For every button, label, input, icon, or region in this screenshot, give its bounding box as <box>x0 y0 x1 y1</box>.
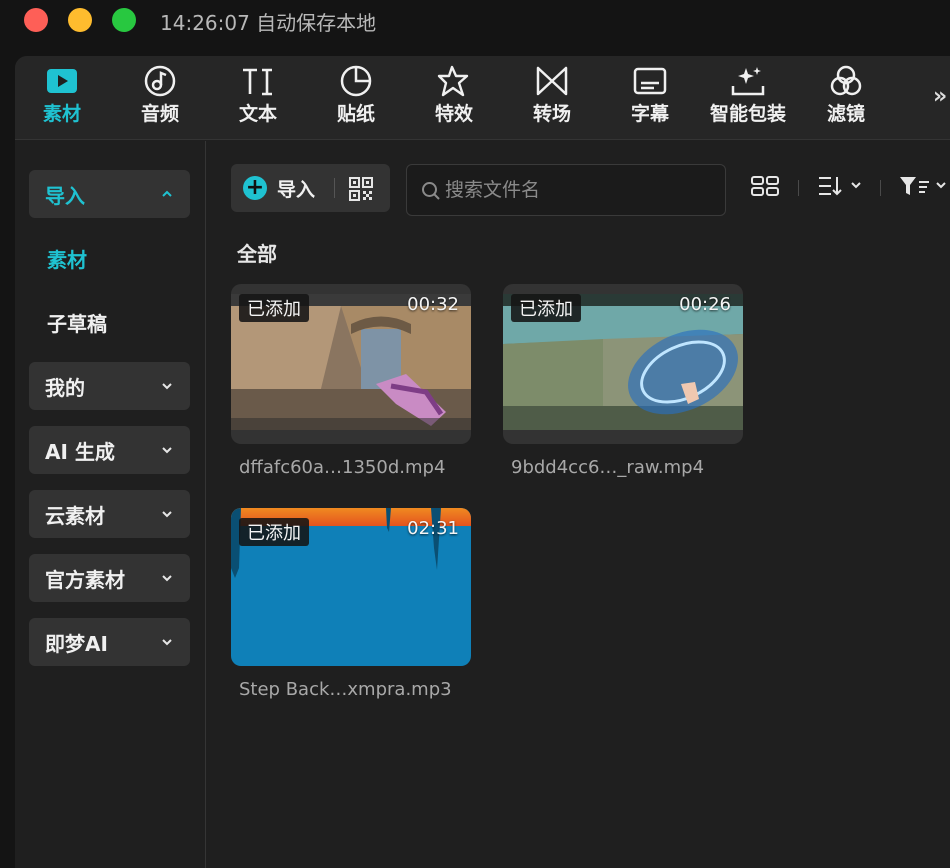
tab-text[interactable]: 文本 <box>213 64 303 132</box>
sort-icon[interactable] <box>818 175 868 197</box>
media-panel: + 导入 搜索文件名 全部 已添加 00:32 dffafc60a…1350d.… <box>207 141 950 868</box>
close-window-button[interactable] <box>24 8 48 32</box>
divider <box>880 180 881 196</box>
filter-icon[interactable] <box>899 175 949 197</box>
file-name: dffafc60a…1350d.mp4 <box>239 457 446 478</box>
autosave-status: 14:26:07 自动保存本地 <box>160 11 377 35</box>
sidebar-item-media[interactable]: 素材 <box>47 244 87 273</box>
tab-subtitle[interactable]: 字幕 <box>605 64 695 132</box>
duration-label: 00:26 <box>679 294 731 315</box>
media-window: 素材 音频 文本 贴纸 特效 转场 字幕 智能包装 滤镜 » 导入 素材 子草稿… <box>15 56 950 868</box>
chevron-down-icon <box>162 639 172 646</box>
text-icon <box>213 64 303 100</box>
media-card[interactable]: 已添加 00:26 9bdd4cc6…_raw.mp4 <box>503 284 743 478</box>
chevron-down-icon <box>162 383 172 390</box>
chevron-up-icon <box>162 190 172 197</box>
title-bar: 14:26:07 自动保存本地 <box>0 0 950 40</box>
added-badge: 已添加 <box>239 294 309 322</box>
added-badge: 已添加 <box>239 518 309 546</box>
plus-icon: + <box>243 176 267 200</box>
sidebar-item-jimeng-ai[interactable]: 即梦AI <box>29 618 190 666</box>
search-icon <box>422 182 440 200</box>
category-toolbar: 素材 音频 文本 贴纸 特效 转场 字幕 智能包装 滤镜 » <box>15 56 950 140</box>
sidebar: 导入 素材 子草稿 我的 AI 生成 云素材 官方素材 即梦AI <box>15 141 206 868</box>
grid-view-icon[interactable] <box>751 175 779 197</box>
sticker-icon <box>311 64 401 100</box>
section-title: 全部 <box>237 242 277 266</box>
chevron-down-icon <box>162 575 172 582</box>
tab-sticker[interactable]: 贴纸 <box>311 64 401 132</box>
media-card[interactable]: 已添加 02:31 Step Back…xmpra.mp3 <box>231 508 471 700</box>
file-name: Step Back…xmpra.mp3 <box>239 679 452 700</box>
chevron-down-icon <box>162 447 172 454</box>
added-badge: 已添加 <box>511 294 581 322</box>
tab-audio[interactable]: 音频 <box>115 64 205 132</box>
transition-icon <box>507 64 597 100</box>
sidebar-item-cloud[interactable]: 云素材 <box>29 490 190 538</box>
sidebar-item-official[interactable]: 官方素材 <box>29 554 190 602</box>
filter-rings-icon <box>801 64 891 100</box>
media-play-icon <box>17 64 107 100</box>
maximize-window-button[interactable] <box>112 8 136 32</box>
more-tabs-button[interactable]: » <box>933 84 947 109</box>
tab-filter[interactable]: 滤镜 <box>801 64 891 132</box>
music-note-icon <box>115 64 205 100</box>
divider <box>334 178 335 198</box>
search-input[interactable] <box>445 175 715 205</box>
tab-smart-package[interactable]: 智能包装 <box>703 64 793 132</box>
sparkle-star-icon <box>409 64 499 100</box>
minimize-window-button[interactable] <box>68 8 92 32</box>
duration-label: 00:32 <box>407 294 459 315</box>
sidebar-item-sub-draft[interactable]: 子草稿 <box>47 308 107 337</box>
audio-thumbnail[interactable]: 已添加 02:31 <box>231 508 471 666</box>
duration-label: 02:31 <box>407 518 459 539</box>
tab-transition[interactable]: 转场 <box>507 64 597 132</box>
import-group: + 导入 <box>231 164 390 212</box>
search-box <box>406 164 726 216</box>
subtitle-icon <box>605 64 695 100</box>
tab-media[interactable]: 素材 <box>17 64 107 132</box>
sidebar-item-ai-generate[interactable]: AI 生成 <box>29 426 190 474</box>
qr-code-icon[interactable] <box>348 176 374 202</box>
sidebar-item-mine[interactable]: 我的 <box>29 362 190 410</box>
media-card[interactable]: 已添加 00:32 dffafc60a…1350d.mp4 <box>231 284 471 478</box>
divider <box>798 180 799 196</box>
chevron-down-icon <box>162 511 172 518</box>
tab-effects[interactable]: 特效 <box>409 64 499 132</box>
sidebar-item-import[interactable]: 导入 <box>29 170 190 218</box>
video-thumbnail[interactable]: 已添加 00:26 <box>503 284 743 444</box>
magic-wand-icon <box>703 64 793 100</box>
import-button[interactable]: + 导入 <box>231 164 331 212</box>
file-name: 9bdd4cc6…_raw.mp4 <box>511 457 705 478</box>
video-thumbnail[interactable]: 已添加 00:32 <box>231 284 471 444</box>
